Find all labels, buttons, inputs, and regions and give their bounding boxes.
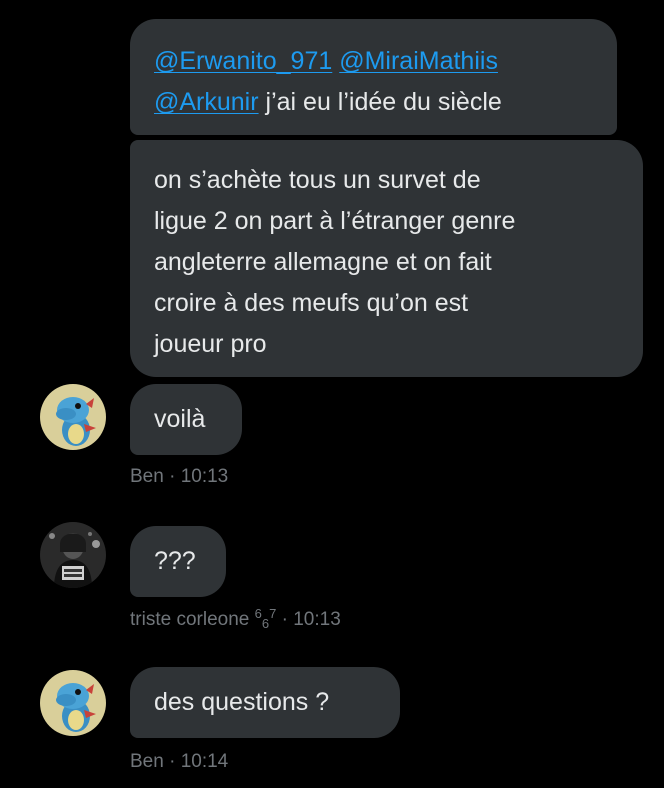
message-bubble-1[interactable]: @Erwanito_971 @MiraiMathiis @Arkunir j’a… xyxy=(130,19,617,135)
message-meta: triste corleone 667 · 10:13 xyxy=(130,606,341,631)
mention-link[interactable]: @MiraiMathiis xyxy=(339,47,498,75)
totodile-icon xyxy=(40,670,106,736)
message-bubble-2[interactable]: on s’achète tous un survet de ligue 2 on… xyxy=(130,140,643,377)
message-line: joueur pro xyxy=(154,330,267,358)
message-line: angleterre allemagne et on fait xyxy=(154,248,492,276)
message-line: ligue 2 on part à l’étranger genre xyxy=(154,207,516,235)
sender-name[interactable]: triste corleone 667 xyxy=(130,606,276,631)
message-line: on s’achète tous un survet de xyxy=(154,166,481,194)
message-bubble-3[interactable]: voilà xyxy=(130,384,242,455)
mention-link[interactable]: @Arkunir xyxy=(154,88,259,116)
timestamp: · 10:14 xyxy=(169,751,229,772)
totodile-avatar[interactable] xyxy=(40,670,106,736)
timestamp: · 10:13 xyxy=(281,609,341,630)
message-line: croire à des meufs qu’on est xyxy=(154,289,469,317)
message-text: j’ai eu l’idée du siècle xyxy=(265,88,502,116)
message-text: voilà xyxy=(154,405,206,433)
message-bubble-4[interactable]: ??? xyxy=(130,526,226,597)
message-bubble-5[interactable]: des questions ? xyxy=(130,667,400,738)
message-meta: Ben · 10:14 xyxy=(130,751,228,773)
totodile-avatar[interactable] xyxy=(40,384,106,450)
message-text: ??? xyxy=(154,547,196,575)
message-meta: Ben · 10:13 xyxy=(130,466,228,488)
message-text: des questions ? xyxy=(154,688,330,716)
hooded-person-avatar[interactable] xyxy=(40,522,106,588)
sender-name[interactable]: Ben xyxy=(130,466,164,487)
sender-name[interactable]: Ben xyxy=(130,751,164,772)
timestamp: · 10:13 xyxy=(169,466,229,487)
mention-link[interactable]: @Erwanito_971 xyxy=(154,47,332,75)
totodile-icon xyxy=(40,384,106,450)
person-photo-icon xyxy=(40,522,106,588)
